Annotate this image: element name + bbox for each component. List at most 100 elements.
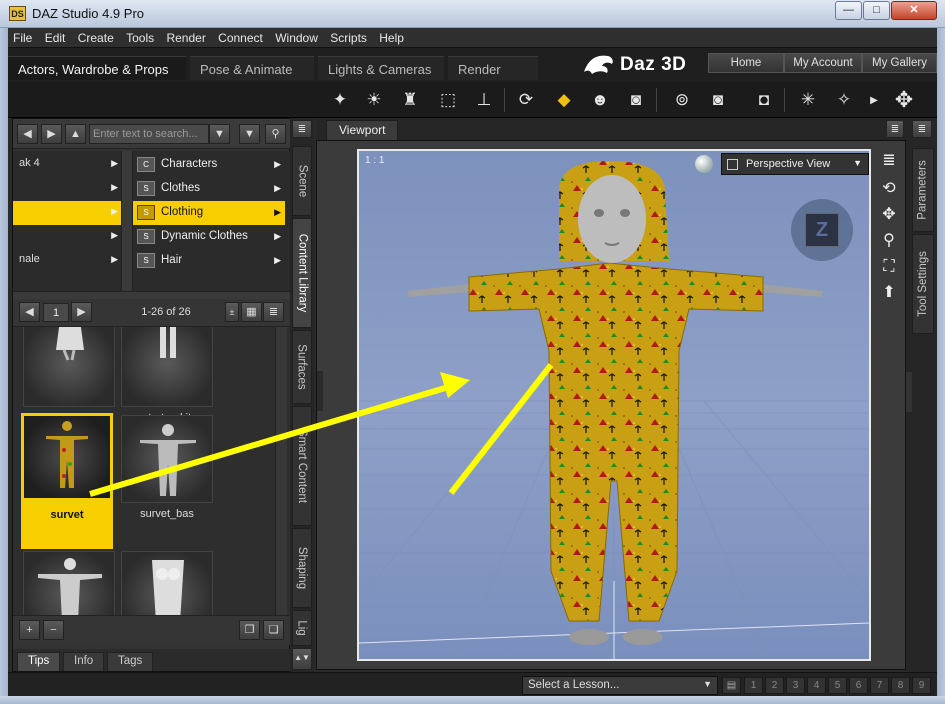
menu-window[interactable]: Window — [270, 28, 322, 45]
copy-icon[interactable]: ❐ — [239, 620, 260, 640]
menu-tools[interactable]: Tools — [121, 28, 158, 45]
surface-selection-icon[interactable]: ◆ — [550, 86, 578, 114]
viewport-menu-icon[interactable]: ≣ — [886, 120, 904, 138]
zoom-camera-icon[interactable]: ⚲ — [877, 229, 901, 253]
my-gallery-button[interactable]: My Gallery — [862, 53, 937, 73]
figure-icon[interactable]: ☻ — [586, 86, 614, 114]
thumbnail-scrollbar[interactable] — [275, 327, 287, 615]
tab-info[interactable]: Info — [63, 652, 105, 671]
view-cube[interactable]: Z — [791, 199, 853, 261]
tab-viewport[interactable]: Viewport — [326, 120, 399, 140]
menu-render[interactable]: Render — [161, 28, 209, 45]
3d-viewport[interactable]: 1 : 1 Perspective View ▼ Z — [357, 149, 871, 661]
tab-scroll-button[interactable]: ▲▼ — [292, 648, 312, 670]
tab-parameters[interactable]: Parameters — [912, 148, 934, 232]
tab-shaping[interactable]: Shaping — [292, 528, 312, 608]
add-button[interactable]: + — [19, 620, 40, 640]
point-light-icon[interactable]: ✦ — [326, 86, 354, 114]
remove-button[interactable]: − — [43, 620, 64, 640]
tab-surfaces[interactable]: Surfaces — [292, 330, 312, 404]
tree-item-dynamic-clothes[interactable]: S Dynamic Clothes ▶ — [133, 225, 285, 249]
back-button[interactable]: ◀ — [17, 124, 38, 144]
menu-file[interactable]: File — [8, 28, 36, 45]
viewport-controls-icon[interactable]: ✥ — [890, 86, 918, 114]
tree-item-hair[interactable]: S Hair ▶ — [133, 249, 285, 273]
menu-help[interactable]: Help — [374, 28, 408, 45]
tree-item-parent-5[interactable]: nale ▶ — [13, 249, 121, 273]
toolbar-overflow-icon[interactable]: ▶ — [860, 86, 888, 114]
tab-content-library[interactable]: Content Library — [292, 218, 312, 328]
asset-thumbnail[interactable] — [23, 551, 115, 615]
tree-item-clothing[interactable]: S Clothing ▶ — [133, 201, 285, 225]
left-collapse-handle[interactable] — [317, 371, 323, 411]
tree-item-clothes[interactable]: S Clothes ▶ — [133, 177, 285, 201]
asset-thumbnail[interactable] — [121, 551, 213, 615]
rotate-tool-icon[interactable]: ⟳ — [512, 86, 540, 114]
lesson-step[interactable]: 5 — [828, 677, 847, 694]
tree-horizontal-scrollbar[interactable] — [13, 291, 291, 299]
tab-scene[interactable]: Scene — [292, 146, 312, 216]
lesson-step[interactable]: 6 — [849, 677, 868, 694]
reset-camera-icon[interactable]: ⬆ — [877, 281, 901, 305]
home-button[interactable]: Home — [708, 53, 784, 73]
menu-create[interactable]: Create — [73, 28, 118, 45]
lesson-clapper-icon[interactable]: ▤ — [722, 677, 741, 694]
thumbnail-view-icon[interactable]: ▦ — [241, 302, 262, 322]
camera-orbit-icon[interactable]: ◙ — [622, 86, 650, 114]
lesson-step[interactable]: 7 — [870, 677, 889, 694]
tree-item-parent-4[interactable]: ▶ — [13, 225, 121, 249]
tree-item-parent-2[interactable]: ▶ — [13, 177, 121, 201]
tab-tool-settings[interactable]: Tool Settings — [912, 234, 934, 334]
lesson-step[interactable]: 1 — [744, 677, 763, 694]
distant-light-icon[interactable]: ☀ — [360, 86, 388, 114]
tree-item-characters[interactable]: C Characters ▶ — [133, 153, 285, 177]
draw-style-sphere-icon[interactable] — [695, 155, 713, 173]
room-tab-actors-wardrobe-props[interactable]: Actors, Wardrobe & Props — [8, 56, 186, 80]
perspective-view-dropdown[interactable]: Perspective View ▼ — [721, 153, 869, 175]
right-collapse-handle[interactable] — [906, 372, 912, 412]
my-account-button[interactable]: My Account — [784, 53, 862, 73]
minimize-button[interactable]: — — [835, 1, 862, 20]
tree-item-parent-selected[interactable]: ▶ — [13, 201, 121, 225]
tab-tips[interactable]: Tips — [17, 652, 61, 671]
orbit-camera-icon[interactable]: ⟲ — [877, 177, 901, 201]
frame-selection-icon[interactable]: ⛶ — [877, 255, 901, 279]
next-page-button[interactable]: ▶ — [71, 302, 92, 322]
lesson-select-dropdown[interactable]: Select a Lesson... ▼ — [522, 676, 718, 695]
tree-item-parent-1[interactable]: ak 4 ▶ — [13, 153, 121, 177]
lesson-step[interactable]: 8 — [891, 677, 910, 694]
menu-connect[interactable]: Connect — [213, 28, 267, 45]
lesson-step[interactable]: 3 — [786, 677, 805, 694]
universal-tool-icon[interactable]: ♜ — [396, 86, 424, 114]
search-input[interactable] — [89, 124, 209, 144]
asset-thumbnail-selected[interactable]: survet — [21, 413, 113, 549]
close-button[interactable]: ✕ — [891, 1, 937, 20]
node-transfer-icon[interactable]: ⬚ — [434, 86, 462, 114]
menu-scripts[interactable]: Scripts — [325, 28, 371, 45]
asset-thumbnail[interactable]: survet_bas — [121, 415, 213, 525]
joint-editor-icon[interactable]: ⊥ — [470, 86, 498, 114]
lesson-step[interactable]: 9 — [912, 677, 931, 694]
zoom-stepper[interactable]: ± — [225, 302, 239, 322]
room-tab-render[interactable]: Render — [448, 56, 538, 80]
lesson-step[interactable]: 2 — [765, 677, 784, 694]
filter-dropdown[interactable]: ▼ — [239, 124, 260, 144]
room-tab-lights-cameras[interactable]: Lights & Cameras — [318, 56, 444, 80]
viewport-options-icon[interactable]: ≣ — [877, 149, 901, 173]
tree-scrollbar[interactable] — [121, 151, 133, 291]
prev-page-button[interactable]: ◀ — [19, 302, 40, 322]
lesson-step[interactable]: 4 — [807, 677, 826, 694]
paste-icon[interactable]: ❏ — [263, 620, 284, 640]
camera-icon[interactable]: ◘ — [750, 86, 778, 114]
panel-menu-icon[interactable]: ≣ — [292, 120, 312, 138]
up-folder-button[interactable]: ▲ — [65, 124, 86, 144]
list-view-icon[interactable]: ≣ — [263, 302, 284, 322]
tab-tags[interactable]: Tags — [107, 652, 154, 671]
room-tab-pose-animate[interactable]: Pose & Animate — [190, 56, 314, 80]
menu-edit[interactable]: Edit — [40, 28, 70, 45]
tab-smart-content[interactable]: Smart Content — [292, 406, 312, 526]
asset-thumbnail[interactable]: starter_kit — [121, 327, 213, 429]
page-number-input[interactable] — [43, 303, 69, 322]
camera-pan-icon[interactable]: ◙ — [704, 86, 732, 114]
maximize-button[interactable]: □ — [863, 1, 890, 20]
